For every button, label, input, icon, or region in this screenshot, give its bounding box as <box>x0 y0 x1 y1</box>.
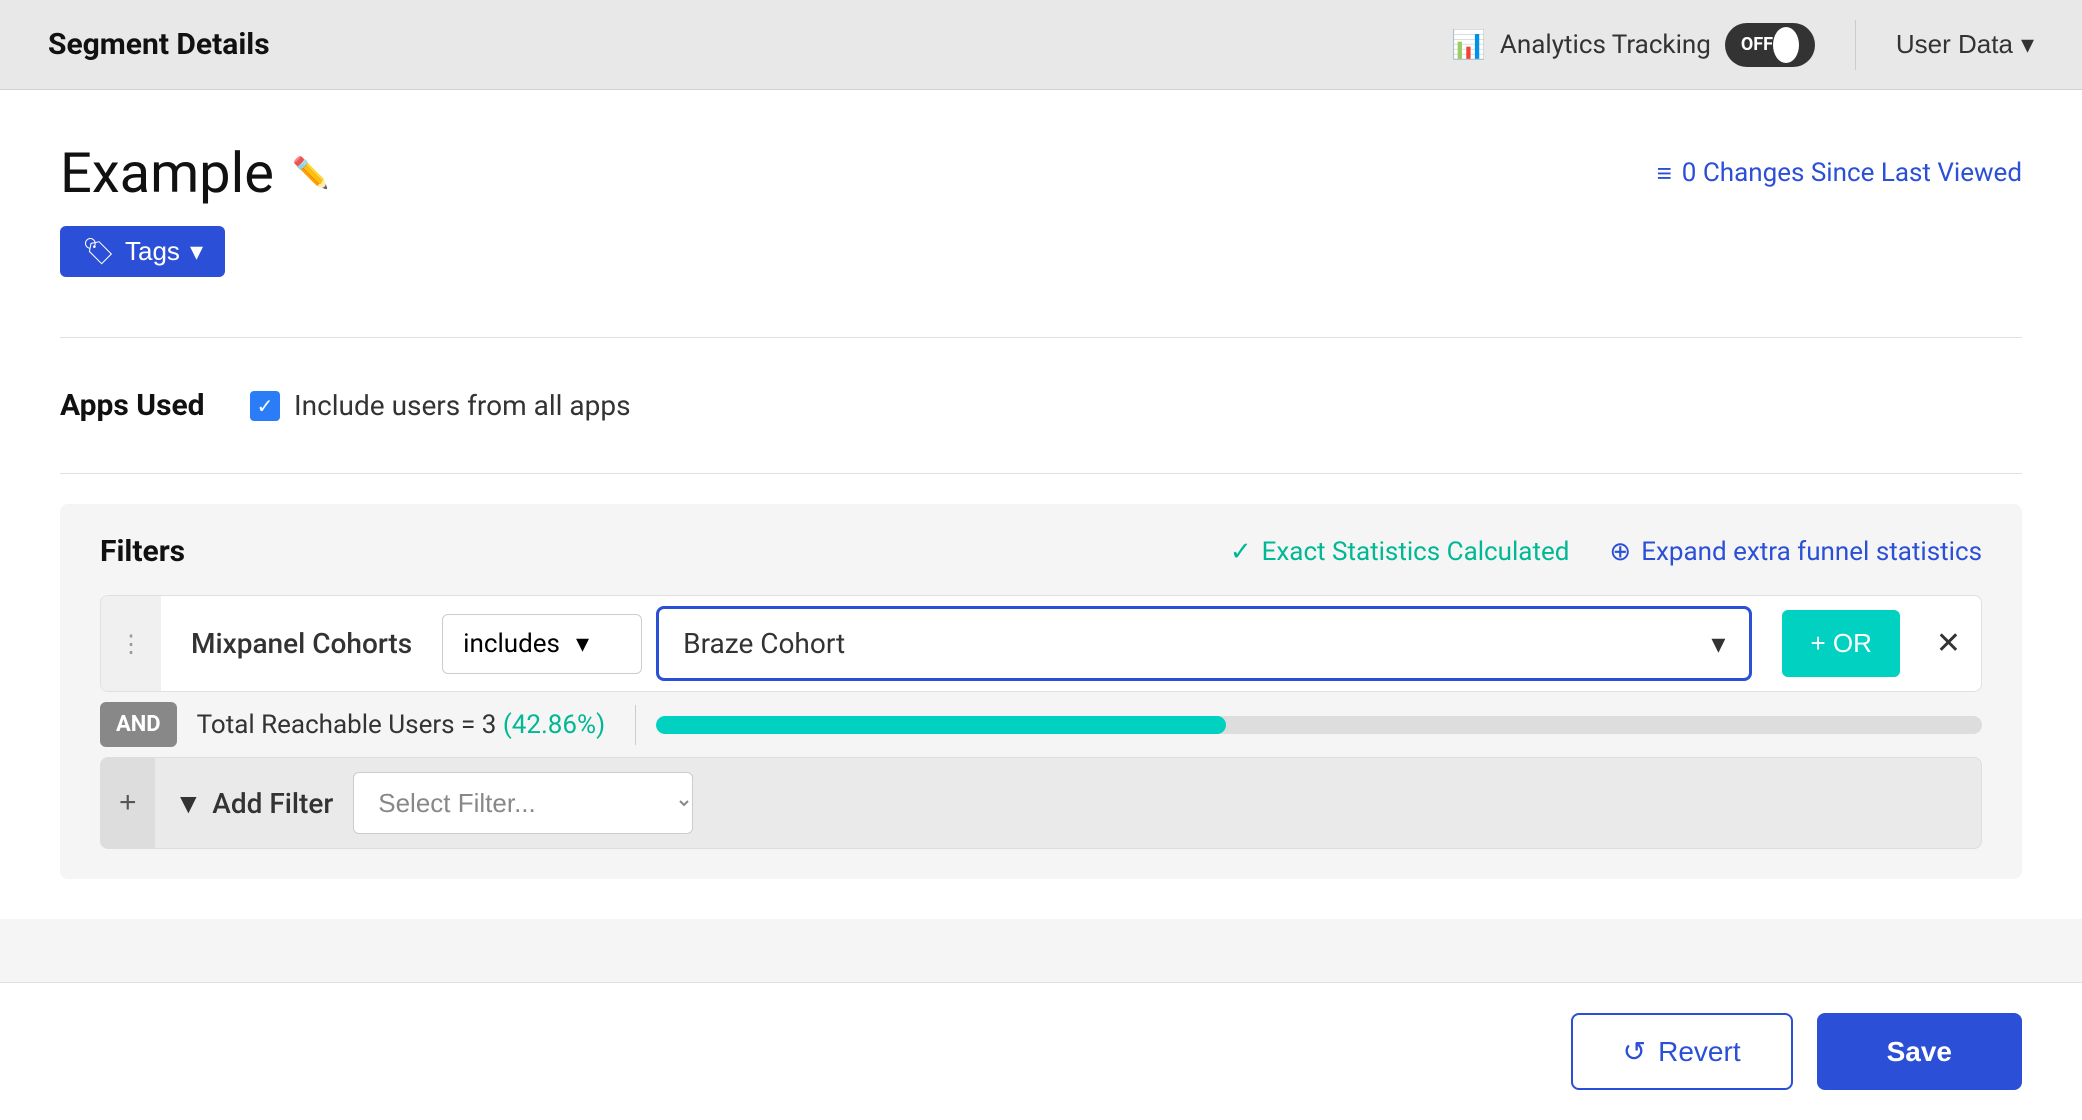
user-data-label: User Data <box>1896 29 2013 60</box>
user-data-button[interactable]: User Data ▾ <box>1896 29 2034 60</box>
stats-label: Total Reachable Users = 3 <box>197 710 497 740</box>
filters-header: Filters ✓ Exact Statistics Calculated ⊕ … <box>100 534 1982 569</box>
filter-funnel-icon: ▼ <box>175 787 203 820</box>
filter-name: Mixpanel Cohorts <box>161 599 442 688</box>
plus-circle-icon: ⊕ <box>1609 537 1631 567</box>
drag-handle[interactable]: ⋮ <box>101 596 161 691</box>
expand-funnel-button[interactable]: ⊕ Expand extra funnel statistics <box>1609 537 1982 567</box>
tags-button[interactable]: 🏷 Tags ▾ <box>60 226 225 277</box>
header-divider <box>1855 20 1856 70</box>
user-data-chevron-icon: ▾ <box>2021 29 2034 60</box>
add-filter-plus-button[interactable]: + <box>101 758 155 848</box>
top-bar: Segment Details 📊 Analytics Tracking OFF… <box>0 0 2082 90</box>
exact-stats-indicator: ✓ Exact Statistics Calculated <box>1230 537 1570 567</box>
analytics-tracking-section: 📊 Analytics Tracking OFF <box>1451 23 1815 67</box>
bottom-bar: ↺ Revert Save <box>0 982 2082 1120</box>
stats-text: Total Reachable Users = 3 (42.86%) <box>197 710 606 740</box>
save-label: Save <box>1887 1036 1952 1067</box>
filter-row: ⋮ Mixpanel Cohorts includes ▾ Braze Coho… <box>100 595 1982 692</box>
filter-value: Braze Cohort <box>683 627 845 660</box>
page-title: Example <box>60 140 274 206</box>
filters-header-right: ✓ Exact Statistics Calculated ⊕ Expand e… <box>1230 537 1982 567</box>
apps-used-checkbox-container: ✓ Include users from all apps <box>250 389 631 422</box>
revert-icon: ↺ <box>1623 1035 1646 1068</box>
analytics-tracking-label: Analytics Tracking <box>1500 30 1711 60</box>
progress-divider <box>635 705 636 745</box>
save-button[interactable]: Save <box>1817 1013 2022 1090</box>
stats-row: AND Total Reachable Users = 3 (42.86%) <box>100 702 1982 747</box>
include-all-apps-label: Include users from all apps <box>294 389 631 422</box>
main-content: Example ✏️ ≡ 0 Changes Since Last Viewed… <box>0 90 2082 919</box>
edit-icon[interactable]: ✏️ <box>292 156 329 191</box>
filters-title: Filters <box>100 534 185 569</box>
progress-bar-container <box>656 716 1982 734</box>
and-badge: AND <box>100 702 177 747</box>
remove-filter-button[interactable]: ✕ <box>1916 608 1981 679</box>
filter-operator-dropdown[interactable]: includes ▾ <box>442 614 642 674</box>
filter-operator-value: includes <box>463 629 560 659</box>
select-filter-dropdown[interactable]: Select Filter... <box>353 772 693 834</box>
checkmark-icon: ✓ <box>1230 537 1252 567</box>
revert-button[interactable]: ↺ Revert <box>1571 1013 1793 1090</box>
or-button[interactable]: + OR <box>1782 610 1899 677</box>
operator-chevron-icon: ▾ <box>576 629 589 659</box>
list-icon: ≡ <box>1657 158 1672 189</box>
tags-chevron-icon: ▾ <box>190 236 203 267</box>
toggle-knob <box>1773 27 1799 63</box>
changes-link[interactable]: ≡ 0 Changes Since Last Viewed <box>1657 158 2022 189</box>
or-button-label: + OR <box>1810 628 1871 659</box>
top-bar-right: 📊 Analytics Tracking OFF User Data ▾ <box>1451 20 2034 70</box>
analytics-toggle[interactable]: OFF <box>1725 23 1815 67</box>
filter-value-container: Braze Cohort ▾ <box>642 596 1766 691</box>
include-all-apps-checkbox[interactable]: ✓ <box>250 391 280 421</box>
page-header-title: Segment Details <box>48 27 270 62</box>
filters-section: Filters ✓ Exact Statistics Calculated ⊕ … <box>60 504 2022 879</box>
value-chevron-icon: ▾ <box>1711 627 1725 660</box>
expand-funnel-label: Expand extra funnel statistics <box>1641 537 1982 567</box>
changes-label: 0 Changes Since Last Viewed <box>1682 158 2022 188</box>
page-title-left: Example ✏️ <box>60 140 329 206</box>
stats-percentage: (42.86%) <box>503 710 605 740</box>
progress-bar-fill <box>656 716 1226 734</box>
tag-icon: 🏷 <box>82 236 115 267</box>
add-filter-label: ▼ Add Filter <box>155 759 354 848</box>
apps-used-label: Apps Used <box>60 388 220 423</box>
apps-used-section: Apps Used ✓ Include users from all apps <box>60 368 2022 443</box>
revert-label: Revert <box>1658 1036 1740 1068</box>
tags-label: Tags <box>125 236 180 267</box>
add-filter-text: Add Filter <box>212 787 333 820</box>
divider-1 <box>60 337 2022 338</box>
toggle-state-label: OFF <box>1741 34 1773 55</box>
analytics-icon: 📊 <box>1451 28 1486 61</box>
checkbox-check-icon: ✓ <box>257 394 274 418</box>
add-filter-row: + ▼ Add Filter Select Filter... <box>100 757 1982 849</box>
page-title-row: Example ✏️ ≡ 0 Changes Since Last Viewed <box>60 140 2022 206</box>
divider-2 <box>60 473 2022 474</box>
exact-stats-label: Exact Statistics Calculated <box>1262 537 1570 567</box>
filter-value-select[interactable]: Braze Cohort ▾ <box>656 606 1752 681</box>
